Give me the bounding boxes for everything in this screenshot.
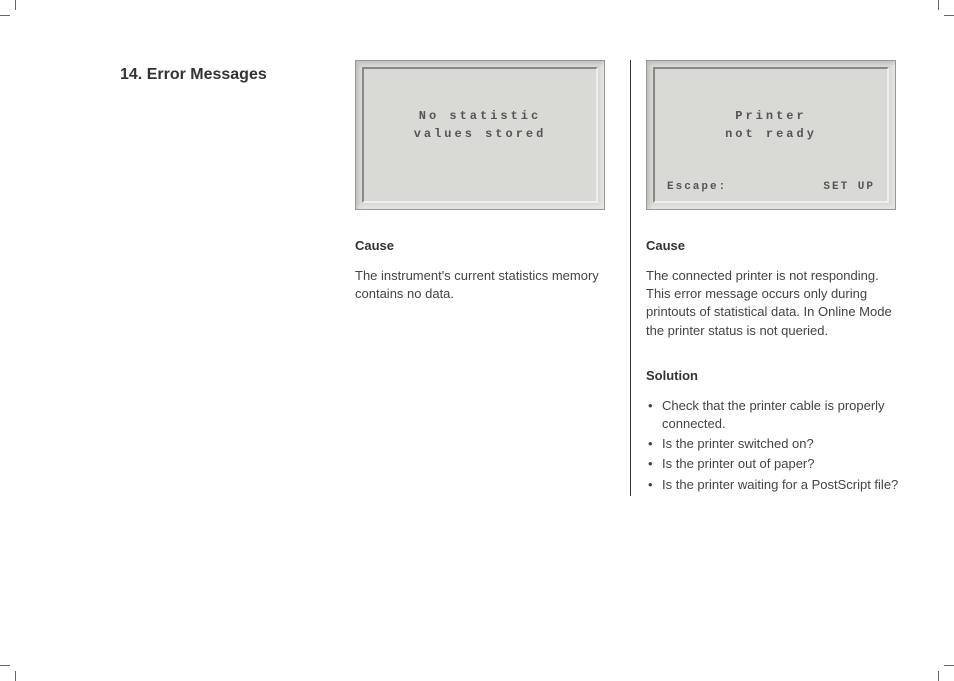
error-column-2: Printer not ready Escape: SET UP Cause T…	[630, 60, 905, 496]
lcd-message: Printer not ready	[667, 79, 875, 143]
section-title: 14. Error Messages	[120, 60, 335, 496]
lcd-setup-label: SET UP	[823, 181, 875, 193]
crop-mark	[0, 665, 16, 681]
lcd-inner: Printer not ready Escape: SET UP	[653, 67, 889, 203]
lcd-line: values stored	[376, 125, 584, 143]
list-item: Is the printer waiting for a PostScript …	[646, 476, 905, 494]
page-content: 14. Error Messages No statistic values s…	[0, 0, 954, 526]
lcd-line: No statistic	[376, 107, 584, 125]
lcd-message: No statistic values stored	[376, 79, 584, 143]
error-column-1: No statistic values stored Cause The ins…	[355, 60, 630, 496]
crop-mark	[938, 0, 954, 16]
lcd-inner: No statistic values stored	[362, 67, 598, 203]
cause-heading: Cause	[355, 238, 615, 253]
lcd-line: Printer	[667, 107, 875, 125]
lcd-line: not ready	[667, 125, 875, 143]
lcd-display-1: No statistic values stored	[355, 60, 605, 210]
lcd-escape-label: Escape:	[667, 181, 727, 193]
solution-heading: Solution	[646, 368, 905, 383]
crop-mark	[0, 0, 16, 16]
lcd-bottom-row: Escape: SET UP	[667, 181, 875, 193]
list-item: Check that the printer cable is properly…	[646, 397, 905, 433]
cause-text: The connected printer is not responding.…	[646, 267, 905, 340]
cause-heading: Cause	[646, 238, 905, 253]
solution-list: Check that the printer cable is properly…	[646, 397, 905, 494]
list-item: Is the printer switched on?	[646, 435, 905, 453]
cause-text: The instrument's current statistics memo…	[355, 267, 615, 303]
crop-mark	[938, 665, 954, 681]
columns-container: No statistic values stored Cause The ins…	[355, 60, 919, 496]
lcd-display-2: Printer not ready Escape: SET UP	[646, 60, 896, 210]
list-item: Is the printer out of paper?	[646, 455, 905, 473]
